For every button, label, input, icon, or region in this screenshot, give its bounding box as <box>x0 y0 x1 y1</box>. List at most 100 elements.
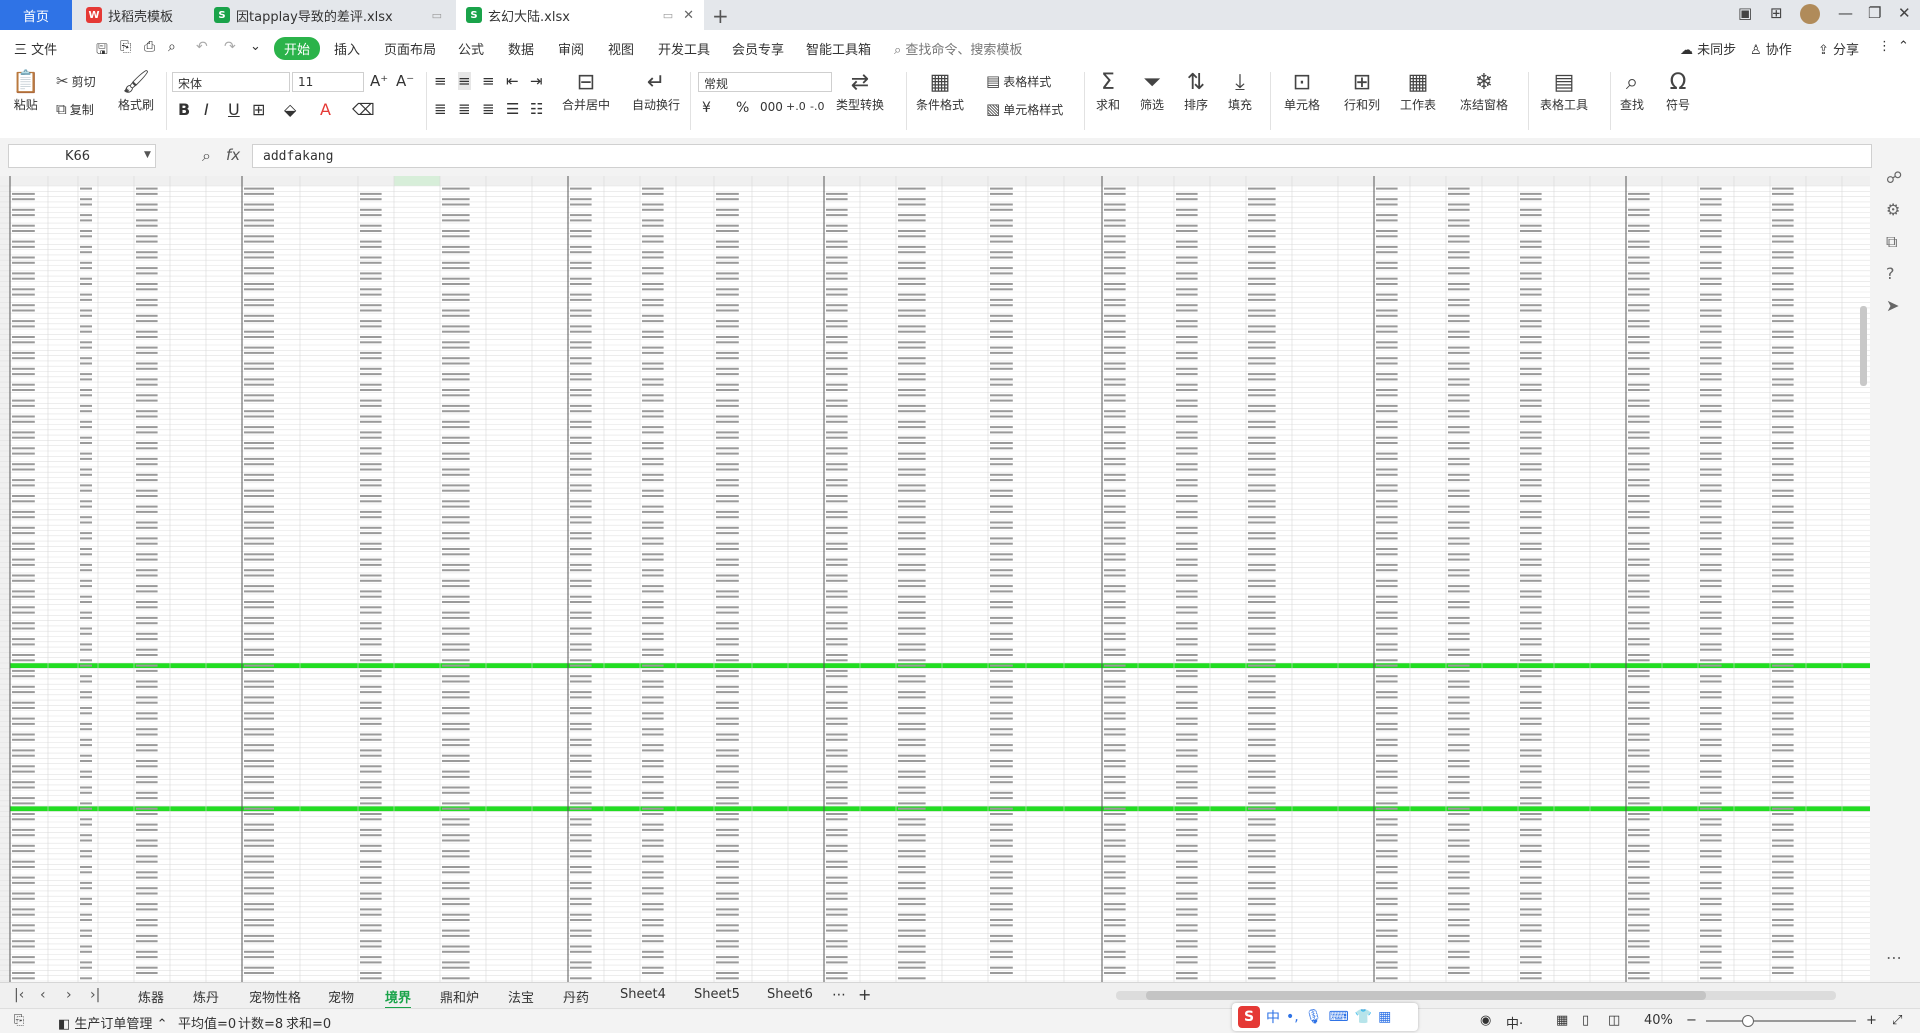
redo-icon[interactable]: ↷ <box>224 39 236 55</box>
sheet-tab[interactable]: 法宝 <box>508 987 534 1006</box>
zoom-level[interactable]: 40% <box>1644 1013 1673 1028</box>
font-family-select[interactable]: 宋体 <box>172 72 290 92</box>
grid-view-icon[interactable]: ⊞ <box>1770 4 1783 22</box>
wrap-text-button[interactable]: ↵ 自动换行 <box>632 70 680 113</box>
print-icon[interactable]: ⎙ <box>144 39 155 55</box>
monitor-icon[interactable]: ▭ <box>432 9 442 22</box>
italic-icon[interactable]: I <box>204 100 209 119</box>
indent-increase-icon[interactable]: ⇥ <box>530 72 543 90</box>
macro-indicator[interactable]: ◧ 生产订单管理 ⌃ <box>58 1013 167 1032</box>
underline-icon[interactable]: U <box>228 100 240 119</box>
tab-data[interactable]: 数据 <box>508 39 534 58</box>
more-icon[interactable]: ⌄ <box>250 39 261 54</box>
add-sheet-button[interactable]: + <box>858 985 871 1004</box>
sum-button[interactable]: Σ 求和 <box>1096 70 1120 113</box>
conditional-format-button[interactable]: ▦ 条件格式 <box>916 70 964 113</box>
currency-icon[interactable]: ¥ <box>702 100 711 116</box>
sort-button[interactable]: ⇅ 排序 <box>1184 70 1208 113</box>
new-tab-button[interactable]: + <box>712 4 729 28</box>
sheet-tab[interactable]: Sheet4 <box>620 987 666 1002</box>
sidebar-pointer-icon[interactable]: ☍ <box>1886 168 1902 187</box>
preview-icon[interactable]: ⌕ <box>168 39 176 55</box>
worksheet-button[interactable]: ▦ 工作表 <box>1400 70 1436 113</box>
zoom-slider[interactable] <box>1706 1015 1856 1027</box>
toolbox-icon[interactable]: ▦ <box>1378 1009 1391 1025</box>
chevron-down-icon[interactable]: ▼ <box>144 150 151 160</box>
increase-decimal-icon[interactable]: +.0 <box>786 100 806 113</box>
tab-page-layout[interactable]: 页面布局 <box>384 39 436 58</box>
sheet-tab[interactable]: 丹药 <box>563 987 589 1006</box>
help-icon[interactable]: ? <box>1886 264 1895 283</box>
last-sheet-icon[interactable]: ›| <box>90 987 100 1003</box>
horizontal-scrollbar[interactable] <box>1116 991 1836 1000</box>
bold-icon[interactable]: B <box>178 100 190 119</box>
spreadsheet-grid[interactable] <box>0 176 1870 982</box>
copy-button[interactable]: ⧉ 复制 <box>56 100 94 118</box>
language-icon[interactable]: 中· <box>1506 1013 1523 1032</box>
page-layout-icon[interactable]: ▯ <box>1582 1013 1589 1028</box>
justify-icon[interactable]: ☰ <box>506 100 519 118</box>
macro-icon[interactable]: ⎘ <box>14 1013 24 1028</box>
file-menu[interactable]: 三 文件 <box>14 39 57 58</box>
tab-start[interactable]: 开始 <box>274 37 321 60</box>
tab-review[interactable]: 审阅 <box>558 39 584 58</box>
clear-format-icon[interactable]: ⌫ <box>352 100 375 119</box>
sidebar-more-icon[interactable]: ⋯ <box>1886 948 1902 967</box>
align-center-icon[interactable]: ≣ <box>458 100 471 118</box>
table-style-button[interactable]: ▤ 表格样式 <box>986 72 1051 90</box>
skin-icon[interactable]: 👕 <box>1355 1009 1372 1025</box>
fx-icon[interactable]: fx <box>226 146 240 164</box>
decrease-decimal-icon[interactable]: -.0 <box>810 100 824 113</box>
zoom-slider-thumb[interactable] <box>1742 1015 1754 1027</box>
normal-view-icon[interactable]: ▦ <box>1556 1013 1568 1028</box>
indent-decrease-icon[interactable]: ⇤ <box>506 72 519 90</box>
align-middle-icon[interactable]: ≡ <box>458 72 471 90</box>
sidebar-settings-icon[interactable]: ⚙ <box>1886 200 1900 219</box>
sheet-tab-active[interactable]: 境界 <box>385 987 412 1009</box>
tab-formulas[interactable]: 公式 <box>458 39 484 58</box>
eye-icon[interactable]: ◉ <box>1480 1013 1491 1028</box>
minimize-icon[interactable]: — <box>1838 4 1853 22</box>
align-right-icon[interactable]: ≣ <box>482 100 495 118</box>
more-sheets-icon[interactable]: ⋯ <box>832 987 846 1003</box>
first-sheet-icon[interactable]: |‹ <box>14 987 24 1003</box>
close-icon[interactable]: ✕ <box>683 8 694 23</box>
next-sheet-icon[interactable]: › <box>66 987 72 1003</box>
tab-member[interactable]: 会员专享 <box>732 39 784 58</box>
border-icon[interactable]: ⊞ <box>252 100 265 119</box>
cursor-icon[interactable]: ➤ <box>1886 296 1899 315</box>
table-tools-button[interactable]: ▤ 表格工具 <box>1540 70 1588 113</box>
scrollbar-thumb[interactable] <box>1146 991 1706 1000</box>
cell-grid[interactable] <box>0 176 1870 982</box>
sidebar-copy-icon[interactable]: ⧉ <box>1886 232 1897 252</box>
more-options-icon[interactable]: ⋮ <box>1878 39 1891 54</box>
tab-home[interactable]: 首页 <box>0 0 72 30</box>
sheet-tab[interactable]: Sheet6 <box>767 987 813 1002</box>
cut-button[interactable]: ✂ 剪切 <box>56 72 96 90</box>
monitor-icon[interactable]: ▭ <box>663 9 673 22</box>
distributed-icon[interactable]: ☷ <box>530 100 543 118</box>
paste-button[interactable]: 📋 粘贴 <box>12 70 39 113</box>
format-painter-button[interactable]: 🖌 格式刷 <box>118 70 154 113</box>
tab-smart-toolbox[interactable]: 智能工具箱 <box>806 39 871 58</box>
vertical-scrollbar-thumb[interactable] <box>1860 306 1867 386</box>
sogou-ime-icon[interactable]: S <box>1238 1006 1260 1028</box>
filter-button[interactable]: ⏷ 筛选 <box>1140 70 1164 113</box>
sheet-tab[interactable]: 宠物性格 <box>249 987 301 1006</box>
collapse-ribbon-icon[interactable]: ⌃ <box>1898 39 1909 54</box>
microphone-icon[interactable]: 🎙 <box>1305 1009 1323 1025</box>
decrease-font-icon[interactable]: A⁻ <box>396 72 414 90</box>
sheet-tab[interactable]: 鼎和炉 <box>440 987 479 1006</box>
zoom-icon[interactable]: ⌕ <box>202 146 211 166</box>
prev-sheet-icon[interactable]: ‹ <box>40 987 46 1003</box>
export-icon[interactable]: ⎘ <box>120 39 131 55</box>
cells-button[interactable]: ⊡ 单元格 <box>1284 70 1320 113</box>
tab-file-xuanhuan[interactable]: S 玄幻大陆.xlsx ▭ ✕ <box>456 0 704 30</box>
restore-icon[interactable]: ❐ <box>1868 4 1881 22</box>
layout-icon[interactable]: ▣ <box>1738 4 1752 22</box>
find-button[interactable]: ⌕ 查找 <box>1620 70 1644 113</box>
align-bottom-icon[interactable]: ≡ <box>482 72 495 90</box>
freeze-panes-button[interactable]: ❄ 冻结窗格 <box>1460 70 1508 113</box>
font-color-icon[interactable]: A <box>320 100 331 119</box>
thousands-icon[interactable]: 000 <box>760 100 783 114</box>
